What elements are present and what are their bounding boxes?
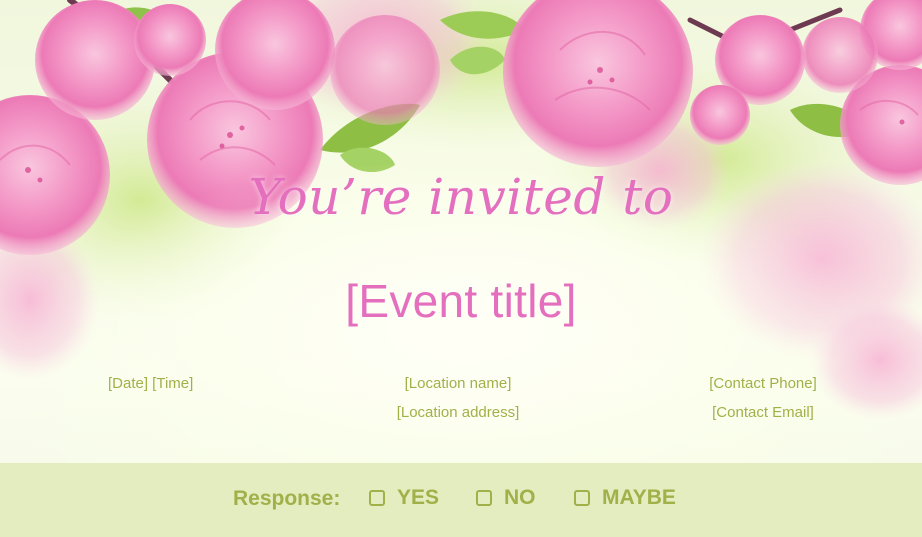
- response-label: Response:: [233, 487, 341, 510]
- response-option-yes[interactable]: YES: [369, 486, 439, 510]
- invitation-heading: You’re invited to: [248, 168, 674, 226]
- maybe-checkbox[interactable]: [574, 490, 590, 506]
- invitation-card: You’re invited to [Event title] [Date] […: [0, 0, 922, 537]
- response-bar: Response: YES NO MAYBE: [0, 463, 922, 537]
- contact-email-text: [Contact Email]: [712, 404, 814, 421]
- yes-checkbox[interactable]: [369, 490, 385, 506]
- response-option-no[interactable]: NO: [476, 486, 536, 510]
- no-label: NO: [504, 486, 536, 509]
- contact-phone-text: [Contact Phone]: [709, 375, 817, 392]
- yes-label: YES: [397, 486, 440, 509]
- response-option-maybe[interactable]: MAYBE: [574, 486, 676, 510]
- no-checkbox[interactable]: [476, 490, 492, 506]
- flower-blossom-decoration: [0, 0, 922, 465]
- maybe-label: MAYBE: [602, 486, 676, 509]
- event-title: [Event title]: [345, 275, 577, 327]
